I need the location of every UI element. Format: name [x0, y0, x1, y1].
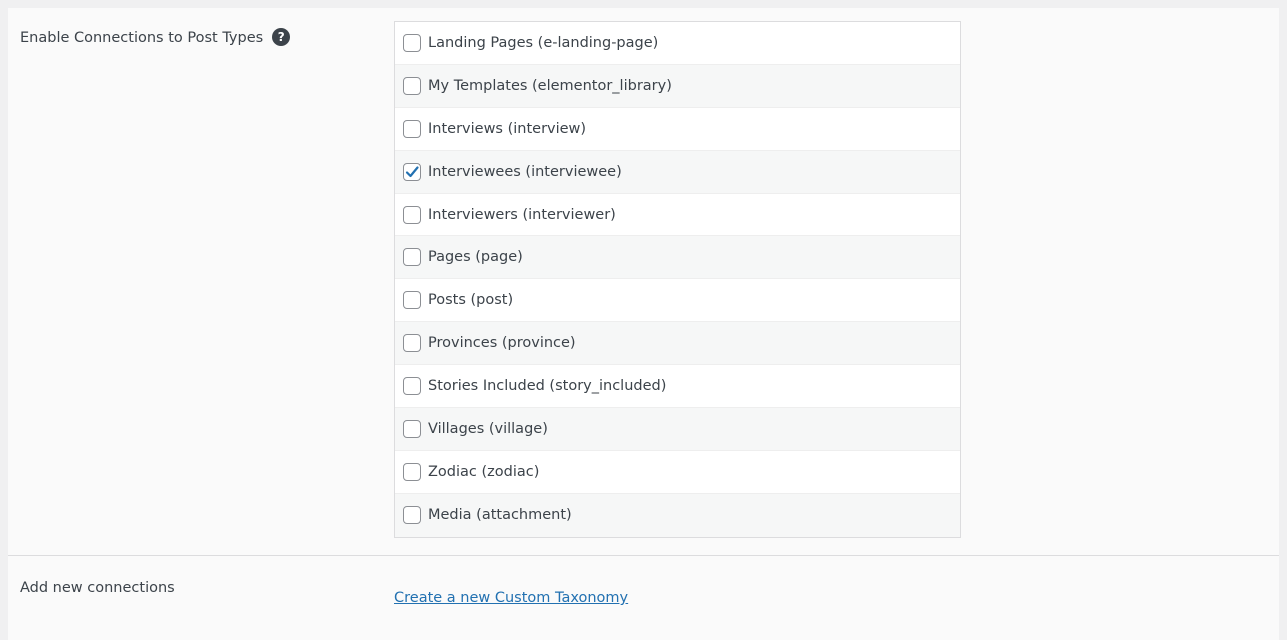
post-type-label: Provinces (province): [428, 335, 576, 352]
post-type-row[interactable]: Stories Included (story_included): [395, 365, 960, 409]
post-type-row[interactable]: Provinces (province): [395, 322, 960, 366]
post-type-label: Interviewers (interviewer): [428, 206, 616, 223]
checkmark-icon: [405, 166, 419, 177]
checkbox-unchecked[interactable]: [403, 506, 421, 525]
checkbox-unchecked[interactable]: [403, 462, 421, 481]
post-type-label: Villages (village): [428, 420, 548, 437]
post-type-row[interactable]: Zodiac (zodiac): [395, 451, 960, 494]
checkbox-checked[interactable]: [403, 162, 421, 181]
post-type-label: Zodiac (zodiac): [428, 463, 540, 480]
post-type-row[interactable]: My Templates (elementor_library): [395, 64, 960, 108]
checkbox-unchecked[interactable]: [403, 377, 421, 396]
post-type-label: My Templates (elementor_library): [428, 77, 672, 94]
post-type-label: Posts (post): [428, 292, 514, 309]
checkbox-unchecked[interactable]: [403, 334, 421, 353]
post-types-label-row: Enable Connections to Post Types ?: [20, 27, 291, 46]
post-type-row[interactable]: Villages (village): [395, 408, 960, 451]
post-type-label: Stories Included (story_included): [428, 378, 667, 395]
checkbox-unchecked[interactable]: [403, 33, 421, 52]
checkbox-unchecked[interactable]: [403, 205, 421, 224]
section-divider: [8, 555, 1279, 556]
add-connections-label: Add new connections: [20, 580, 175, 596]
post-type-label: Landing Pages (e-landing-page): [428, 34, 659, 51]
question-circle-icon[interactable]: ?: [272, 27, 291, 46]
settings-panel: Enable Connections to Post Types ? Landi…: [8, 8, 1279, 640]
post-type-label: Media (attachment): [428, 507, 572, 524]
post-types-checkbox-list: Landing Pages (e-landing-page) My Templat…: [394, 21, 961, 538]
post-type-label: Interviewees (interviewee): [428, 163, 622, 180]
create-custom-taxonomy-link[interactable]: Create a new Custom Taxonomy: [394, 590, 628, 606]
post-type-label: Interviews (interview): [428, 120, 587, 137]
checkbox-unchecked[interactable]: [403, 76, 421, 95]
post-type-row[interactable]: Posts (post): [395, 279, 960, 323]
post-type-label: Pages (page): [428, 249, 523, 266]
post-type-row[interactable]: Pages (page): [395, 236, 960, 280]
post-type-row[interactable]: Interviews (interview): [395, 108, 960, 151]
post-type-row[interactable]: Landing Pages (e-landing-page): [395, 22, 960, 65]
post-type-row[interactable]: Interviewees (interviewee): [395, 150, 960, 194]
checkbox-unchecked[interactable]: [403, 291, 421, 310]
checkbox-unchecked[interactable]: [403, 119, 421, 138]
post-type-row[interactable]: Media (attachment): [395, 493, 960, 537]
post-types-label: Enable Connections to Post Types: [20, 30, 264, 46]
checkbox-unchecked[interactable]: [403, 248, 421, 267]
checkbox-unchecked[interactable]: [403, 419, 421, 438]
post-type-row[interactable]: Interviewers (interviewer): [395, 194, 960, 237]
